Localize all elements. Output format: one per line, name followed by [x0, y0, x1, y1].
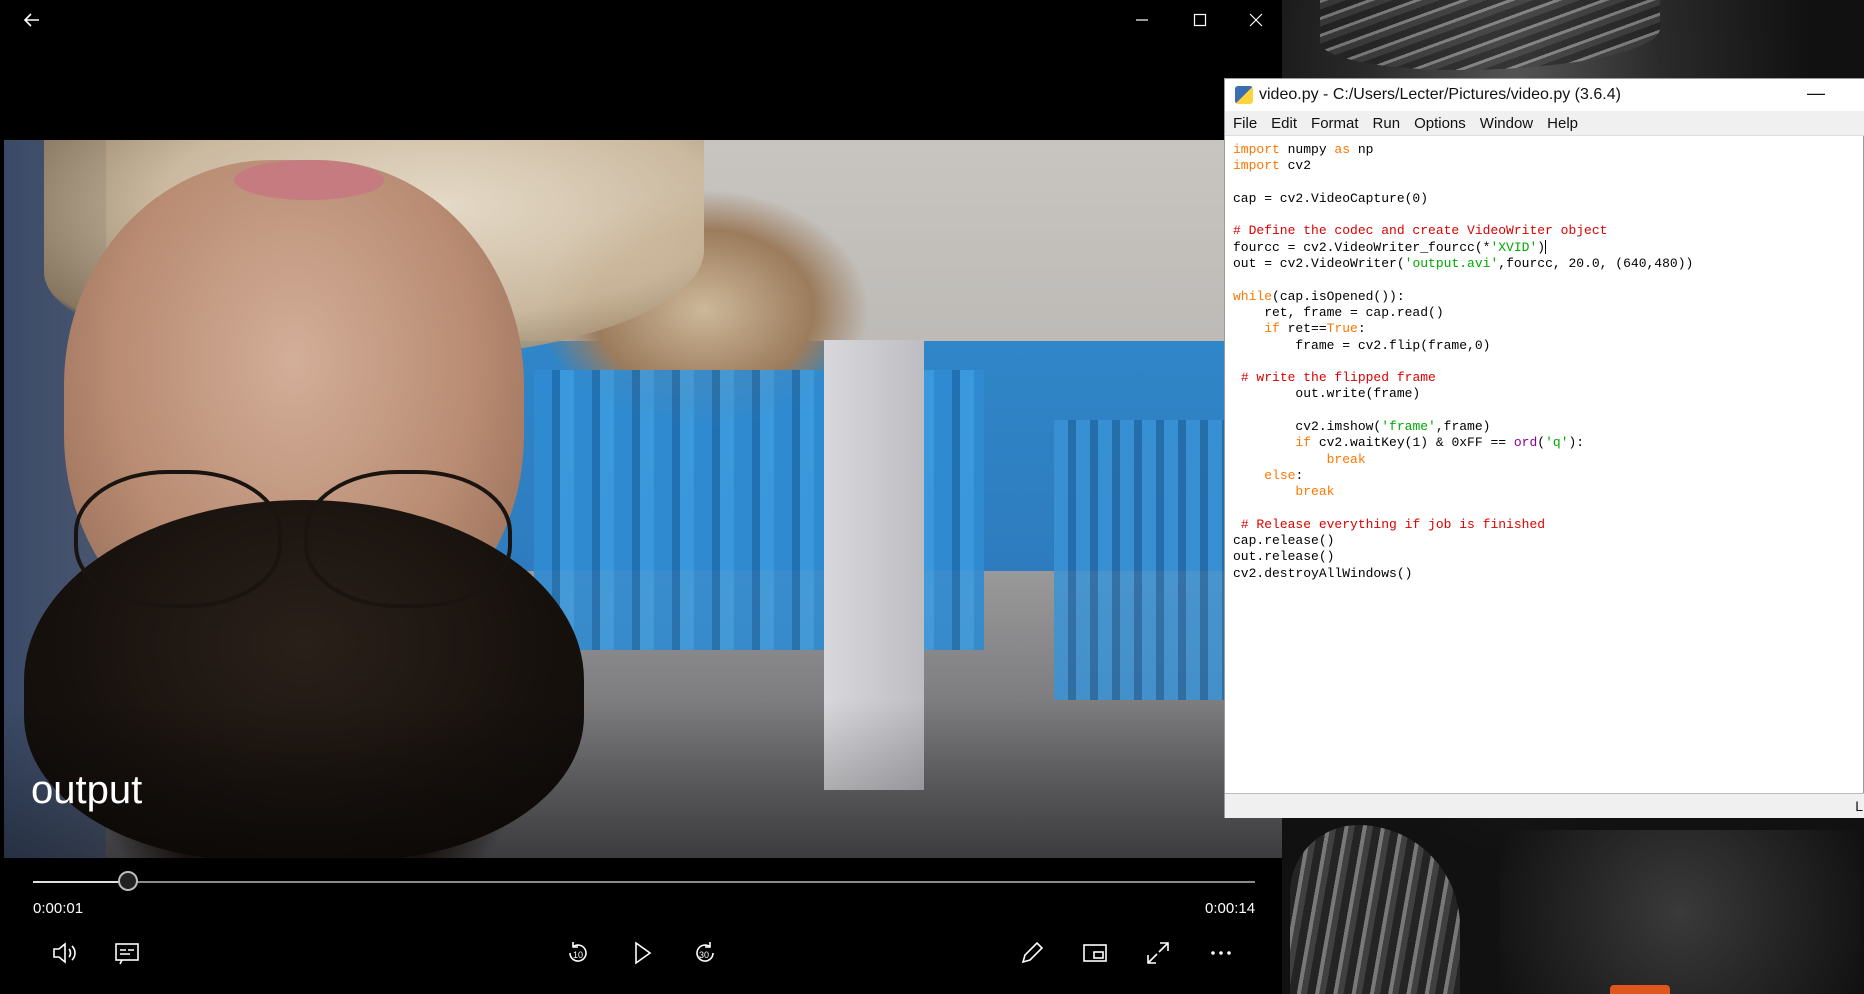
- python-icon: [1235, 86, 1253, 104]
- minimize-icon[interactable]: —: [1807, 83, 1825, 104]
- code-line[interactable]: import numpy as np: [1233, 142, 1864, 158]
- code-line[interactable]: [1233, 354, 1864, 370]
- captions-icon[interactable]: [107, 933, 147, 973]
- code-line[interactable]: [1233, 403, 1864, 419]
- idle-statusbar: L: [1225, 793, 1864, 818]
- wallpaper-accent: [1610, 985, 1670, 994]
- video-title: output: [31, 768, 143, 812]
- code-line[interactable]: break: [1233, 452, 1864, 468]
- back-arrow-icon[interactable]: [8, 0, 56, 40]
- idle-window-title: video.py - C:/Users/Lecter/Pictures/vide…: [1259, 86, 1621, 103]
- code-editor[interactable]: import numpy as np import cv2 cap = cv2.Vi…: [1225, 136, 1864, 786]
- code-line[interactable]: # Release everything if job is finished: [1233, 517, 1864, 533]
- video-player-window: output 0:00:01 0:00:14 10 30: [0, 0, 1282, 994]
- skip-forward-30-button[interactable]: 30: [685, 933, 725, 973]
- wallpaper-swirl: [1320, 0, 1660, 70]
- video-content: [234, 160, 384, 200]
- skip-back-10-button[interactable]: 10: [558, 933, 598, 973]
- idle-editor-window: video.py - C:/Users/Lecter/Pictures/vide…: [1224, 78, 1864, 818]
- code-line[interactable]: fourcc = cv2.VideoWriter_fourcc(*'XVID'): [1233, 240, 1864, 256]
- menu-file[interactable]: File: [1233, 115, 1257, 132]
- code-line[interactable]: [1233, 501, 1864, 517]
- menu-format[interactable]: Format: [1311, 115, 1359, 132]
- wallpaper-swirl: [1290, 825, 1460, 994]
- svg-text:30: 30: [699, 950, 709, 960]
- code-line[interactable]: if ret==True:: [1233, 321, 1864, 337]
- video-frame[interactable]: [4, 140, 1282, 858]
- code-line[interactable]: cv2.imshow('frame',frame): [1233, 419, 1864, 435]
- menu-window[interactable]: Window: [1480, 115, 1533, 132]
- maximize-icon[interactable]: [1176, 0, 1224, 40]
- play-icon[interactable]: [622, 933, 662, 973]
- mini-view-icon[interactable]: [1075, 933, 1115, 973]
- pencil-icon[interactable]: [1012, 933, 1052, 973]
- code-line[interactable]: cap = cv2.VideoCapture(0): [1233, 191, 1864, 207]
- code-line[interactable]: [1233, 272, 1864, 288]
- svg-text:10: 10: [573, 950, 583, 960]
- total-time: 0:00:14: [1205, 900, 1256, 917]
- video-content: [74, 470, 514, 620]
- code-line[interactable]: [1233, 175, 1864, 191]
- seek-bar[interactable]: [33, 881, 1255, 883]
- code-line[interactable]: if cv2.waitKey(1) & 0xFF == ord('q'):: [1233, 435, 1864, 451]
- volume-icon[interactable]: [44, 933, 84, 973]
- code-line[interactable]: while(cap.isOpened()):: [1233, 289, 1864, 305]
- code-line[interactable]: break: [1233, 484, 1864, 500]
- code-line[interactable]: # Define the codec and create VideoWrite…: [1233, 223, 1864, 239]
- more-icon[interactable]: [1201, 933, 1241, 973]
- code-line[interactable]: frame = cv2.flip(frame,0): [1233, 338, 1864, 354]
- video-overlay: [4, 700, 1282, 858]
- code-line[interactable]: cv2.destroyAllWindows(): [1233, 566, 1864, 582]
- menu-run[interactable]: Run: [1373, 115, 1401, 132]
- code-line[interactable]: out = cv2.VideoWriter('output.avi',fourc…: [1233, 256, 1864, 272]
- close-icon[interactable]: [1232, 0, 1280, 40]
- code-line[interactable]: # write the flipped frame: [1233, 370, 1864, 386]
- code-line[interactable]: out.write(frame): [1233, 386, 1864, 402]
- code-line[interactable]: cap.release(): [1233, 533, 1864, 549]
- code-line[interactable]: [1233, 207, 1864, 223]
- code-line[interactable]: import cv2: [1233, 158, 1864, 174]
- current-time: 0:00:01: [33, 900, 84, 917]
- menu-help[interactable]: Help: [1547, 115, 1578, 132]
- fullscreen-icon[interactable]: [1138, 933, 1178, 973]
- seek-thumb[interactable]: [118, 871, 138, 891]
- code-line[interactable]: else:: [1233, 468, 1864, 484]
- code-line[interactable]: out.release(): [1233, 549, 1864, 565]
- player-titlebar: [0, 0, 1282, 40]
- wallpaper-swirl: [1500, 830, 1860, 994]
- code-line[interactable]: ret, frame = cap.read(): [1233, 305, 1864, 321]
- idle-titlebar[interactable]: video.py - C:/Users/Lecter/Pictures/vide…: [1225, 79, 1864, 111]
- minimize-icon[interactable]: [1118, 0, 1166, 40]
- idle-menubar: File Edit Format Run Options Window Help: [1225, 111, 1864, 136]
- seek-bar-progress: [33, 881, 120, 883]
- status-line-col: L: [1855, 798, 1863, 814]
- menu-options[interactable]: Options: [1414, 115, 1466, 132]
- menu-edit[interactable]: Edit: [1271, 115, 1297, 132]
